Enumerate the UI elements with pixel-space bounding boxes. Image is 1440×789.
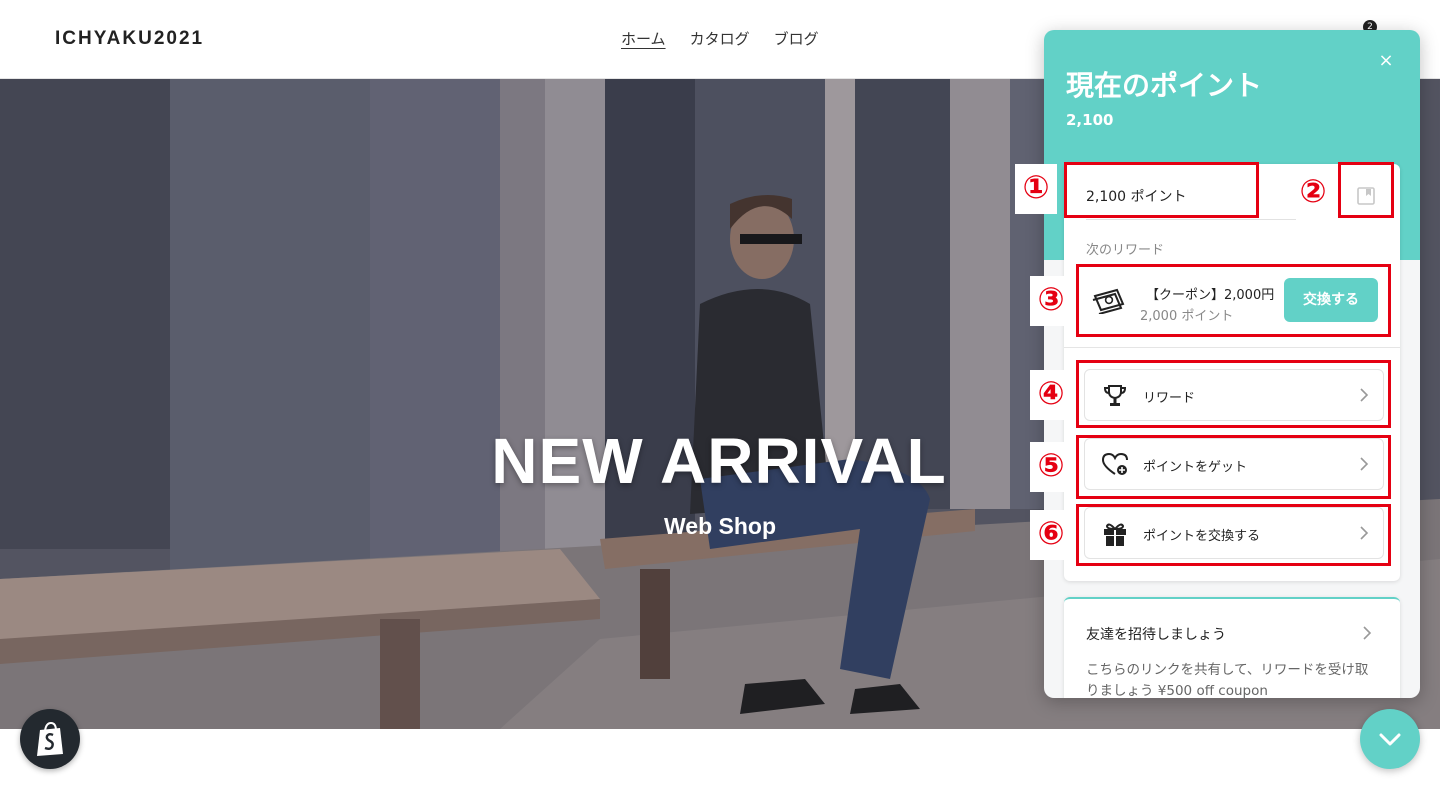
- cash-icon: [1092, 288, 1125, 314]
- menu-label-rewards: リワード: [1143, 391, 1196, 406]
- nav-blog[interactable]: ブログ: [774, 28, 819, 49]
- annotation-number-2: ②: [1299, 172, 1327, 210]
- points-card: 2,100 ポイント 次のリワード 【クーポン】2,000円 2,000 ポイン…: [1064, 164, 1400, 581]
- menu-item-get-points[interactable]: ポイントをゲット: [1084, 438, 1384, 490]
- shopify-bag-icon: [37, 721, 63, 756]
- next-reward-row: 【クーポン】2,000円 2,000 ポイント 交換する: [1086, 272, 1382, 332]
- menu-item-rewards[interactable]: リワード: [1084, 369, 1384, 421]
- gift-icon: [1104, 523, 1126, 546]
- panel-title: 現在のポイント: [1066, 69, 1263, 102]
- chevron-right-icon: [1360, 457, 1369, 471]
- points-widget-panel: 現在のポイント 2,100 × 2,100 ポイント 次のリワード 【クーポン】…: [1044, 30, 1420, 698]
- annotation-number-3: ③: [1030, 276, 1072, 326]
- annotation-number-1: ①: [1015, 164, 1057, 214]
- next-reward-label: 次のリワード: [1086, 243, 1165, 258]
- menu-label-get-points: ポイントをゲット: [1143, 460, 1248, 475]
- menu-item-redeem-points[interactable]: ポイントを交換する: [1084, 507, 1384, 559]
- invite-description: こちらのリンクを共有して、リワードを受け取りましょう ¥500 off coup…: [1086, 662, 1369, 698]
- chevron-right-icon: [1360, 388, 1369, 402]
- nav-catalog[interactable]: カタログ: [690, 28, 750, 49]
- annotation-number-4: ④: [1030, 370, 1072, 420]
- bookmark-icon[interactable]: [1356, 186, 1376, 206]
- widget-toggle-button[interactable]: [1360, 709, 1420, 769]
- chevron-right-icon: [1363, 626, 1372, 640]
- main-nav: ホーム カタログ ブログ: [621, 28, 819, 49]
- annotation-number-5: ⑤: [1030, 442, 1072, 492]
- close-icon[interactable]: ×: [1376, 51, 1396, 71]
- chevron-right-icon: [1360, 526, 1369, 540]
- card-divider: [1064, 347, 1400, 348]
- site-logo[interactable]: ICHYAKU2021: [55, 28, 204, 50]
- trophy-icon: [1103, 385, 1127, 406]
- reward-cost: 2,000 ポイント: [1140, 309, 1234, 324]
- invite-friends-card[interactable]: 友達を招待しましょう こちらのリンクを共有して、リワードを受け取りましょう ¥5…: [1064, 597, 1400, 698]
- invite-title: 友達を招待しましょう: [1086, 627, 1226, 643]
- exchange-button[interactable]: 交換する: [1284, 278, 1378, 322]
- annotation-number-6: ⑥: [1030, 510, 1072, 560]
- points-field-underline: [1086, 219, 1296, 220]
- panel-points-value: 2,100: [1066, 111, 1114, 129]
- chevron-down-icon: [1379, 733, 1401, 746]
- page: ICHYAKU2021 ホーム カタログ ブログ 2 NEW ARRIVAL W…: [0, 0, 1440, 789]
- reward-name: 【クーポン】2,000円: [1146, 288, 1275, 303]
- heart-plus-icon: [1101, 452, 1128, 475]
- points-field: 2,100 ポイント: [1086, 189, 1187, 205]
- shopify-bag-button[interactable]: [20, 709, 80, 769]
- menu-label-redeem-points: ポイントを交換する: [1143, 529, 1261, 544]
- nav-home[interactable]: ホーム: [621, 28, 666, 49]
